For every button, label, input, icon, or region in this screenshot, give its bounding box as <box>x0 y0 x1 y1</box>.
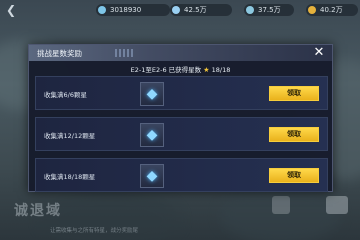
resource-value: 40.2万 <box>320 6 343 14</box>
star-progress: E2-1至E2-6 已获得星数 ★ 18/18 <box>29 64 332 74</box>
resource-bar: ❮ 3018930 42.5万 37.5万 40.2万 <box>0 0 360 20</box>
header-decoration <box>115 49 135 57</box>
side-button[interactable] <box>326 196 348 214</box>
dialog-header: 挑战星数奖励 ✕ <box>29 45 332 61</box>
resource-value: 42.5万 <box>184 6 207 14</box>
reward-row: 收集满18/18颗星 ◆ 领取 <box>35 158 328 192</box>
diamond-icon: ◆ <box>146 168 158 184</box>
diamond-icon: ◆ <box>146 127 158 143</box>
crystal-icon <box>98 6 106 14</box>
reward-row: 收集满6/6颗星 ◆ 领取 <box>35 76 328 110</box>
diamond-icon: ◆ <box>146 86 158 102</box>
claim-button[interactable]: 领取 <box>269 168 319 183</box>
resource-ammo[interactable]: 37.5万 <box>244 4 294 16</box>
reward-row: 收集满12/12颗星 ◆ 领取 <box>35 117 328 151</box>
reward-condition: 收集满12/12颗星 <box>44 132 96 140</box>
resource-value: 3018930 <box>110 6 142 14</box>
gold-icon <box>308 6 316 14</box>
reward-item[interactable]: ◆ <box>140 123 164 147</box>
progress-label: E2-1至E2-6 已获得星数 <box>130 66 202 74</box>
close-button[interactable]: ✕ <box>308 45 330 61</box>
back-icon[interactable]: ❮ <box>6 3 20 17</box>
reward-condition: 收集满18/18颗星 <box>44 173 96 181</box>
star-reward-dialog: 挑战星数奖励 ✕ E2-1至E2-6 已获得星数 ★ 18/18 收集满6/6颗… <box>28 44 333 192</box>
claim-button[interactable]: 领取 <box>269 127 319 142</box>
resource-value: 37.5万 <box>258 6 281 14</box>
reward-condition: 收集满6/6颗星 <box>44 91 87 99</box>
dialog-title: 挑战星数奖励 <box>37 49 82 58</box>
star-icon: ★ <box>203 66 210 74</box>
fuel-icon <box>172 6 180 14</box>
stage-hint: 让需收集与之所有特星，战分奖励尾 <box>50 228 139 234</box>
stage-area-title: 诚退域 <box>14 203 62 219</box>
resource-fuel[interactable]: 42.5万 <box>170 4 232 16</box>
ammo-icon <box>246 6 254 14</box>
reward-list: 收集满6/6颗星 ◆ 领取 收集满12/12颗星 ◆ 领取 收集满18/18颗星… <box>35 76 328 199</box>
claim-button[interactable]: 领取 <box>269 86 319 101</box>
reward-item[interactable]: ◆ <box>140 82 164 106</box>
reward-item[interactable]: ◆ <box>140 164 164 188</box>
progress-value: 18/18 <box>211 66 231 74</box>
resource-crystal[interactable]: 3018930 <box>96 4 170 16</box>
resource-gold[interactable]: 40.2万 <box>306 4 358 16</box>
